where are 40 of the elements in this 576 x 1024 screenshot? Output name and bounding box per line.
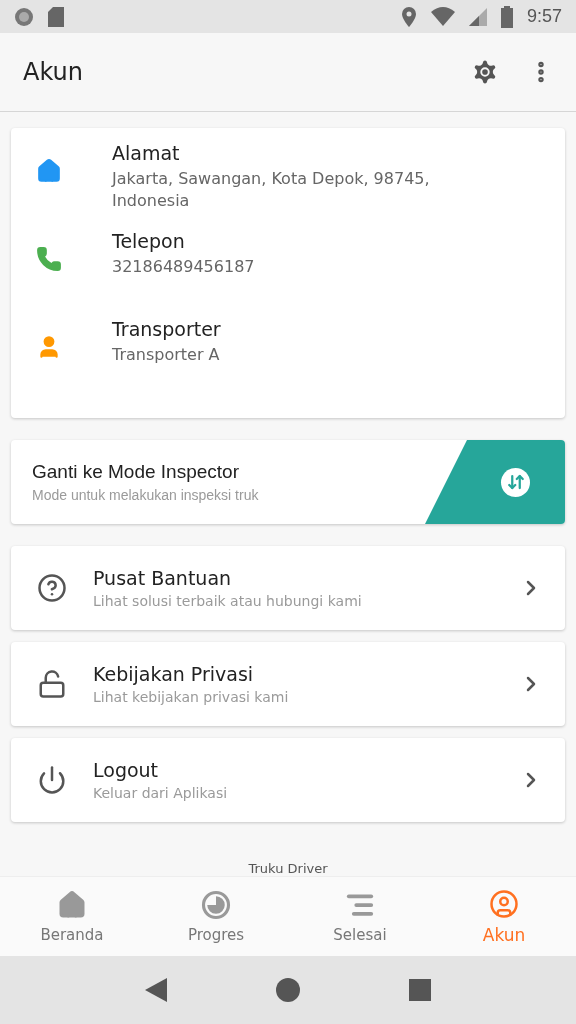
info-value: Transporter A — [112, 344, 221, 366]
menu-card[interactable]: Logout Keluar dari Aplikasi — [11, 738, 565, 822]
info-value: Jakarta, Sawangan, Kota Depok, 98745, Indonesia — [112, 168, 431, 212]
page-title: Akun — [23, 58, 84, 86]
home-button-icon[interactable] — [276, 978, 300, 1002]
swap-icon — [501, 467, 530, 497]
menu-subtitle: Lihat solusi terbaik atau hubungi kami — [93, 593, 363, 609]
menu-subtitle: Lihat kebijakan privasi kami — [93, 689, 290, 705]
app-name: Truku Driver — [248, 861, 328, 876]
power-icon — [37, 765, 67, 795]
help-icon — [37, 573, 67, 603]
info-label: Transporter — [112, 318, 221, 340]
sd-card-icon — [48, 6, 64, 27]
recents-icon[interactable] — [409, 979, 432, 1001]
menu-title: Logout — [93, 759, 160, 781]
battery-icon — [500, 5, 513, 28]
menu-title: Pusat Bantuan — [93, 567, 233, 589]
info-label: Alamat — [112, 142, 181, 164]
nav-tab[interactable]: Selesai — [288, 877, 432, 956]
info-label: Telepon — [112, 230, 186, 252]
record-icon — [14, 6, 34, 27]
menu-subtitle: Keluar dari Aplikasi — [93, 785, 229, 801]
menu-card[interactable]: Pusat Bantuan Lihat solusi terbaik atau hubungi kami — [11, 546, 565, 630]
menu-title: Kebijakan Privasi — [93, 663, 255, 685]
menu-card[interactable]: Kebijakan Privasi Lihat kebijakan privasi kami — [11, 642, 565, 726]
info-value: 32186489456187 — [112, 256, 255, 278]
mode-title: Ganti ke Mode Inspector — [32, 461, 240, 483]
wifi-icon — [430, 6, 455, 27]
status-time: 9:57 — [526, 6, 562, 27]
lock-icon — [37, 669, 67, 699]
nav-tab[interactable]: Beranda — [0, 877, 144, 956]
signal-icon — [468, 7, 487, 26]
location-icon — [400, 6, 417, 27]
progress-icon — [201, 889, 231, 920]
home-icon — [57, 889, 87, 920]
back-icon[interactable] — [144, 978, 167, 1002]
nav-tab[interactable]: Progres — [144, 877, 288, 956]
mode-subtitle: Mode untuk melakukan inspeksi truk — [32, 487, 260, 503]
mode-switch-card[interactable]: Ganti ke Mode Inspector Mode untuk melakukan inspeksi truk — [11, 440, 565, 524]
account-icon — [489, 888, 519, 919]
